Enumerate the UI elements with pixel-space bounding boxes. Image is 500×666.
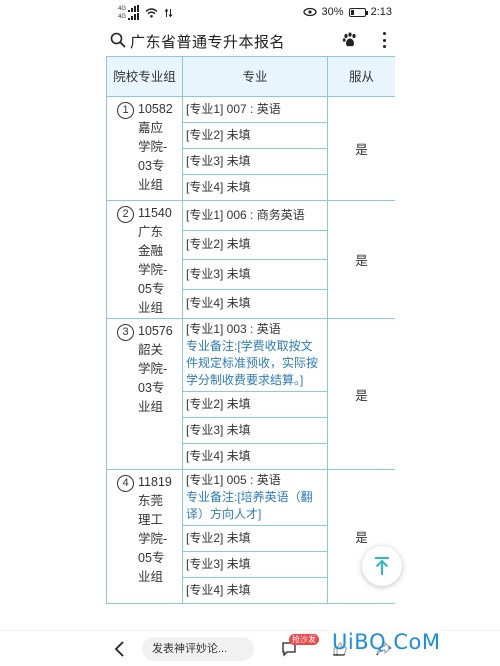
major-text: [专业1] 007 : 英语: [186, 102, 281, 116]
signal-tag-1: 4G: [118, 6, 127, 12]
application-table-container[interactable]: 院校专业组 专业 服从 1 10582嘉应学院-03专业组 [专业1] 007 : …: [106, 56, 395, 631]
search-icon[interactable]: [110, 32, 126, 48]
signal-bars-1-icon: [128, 5, 140, 12]
back-arrow-icon[interactable]: [113, 640, 127, 658]
major-cell: [专业2] 未填: [182, 122, 328, 149]
group-name: 11540广东金融学院-05专业组: [138, 206, 172, 315]
table-row: 4 11819东莞理工学院-05专业组 [专业1] 005 : 英语 专业备注:[培养…: [106, 469, 395, 604]
battery-fill: [350, 9, 355, 15]
major-cell: [专业3] 未填: [182, 551, 328, 578]
arrow-up-icon: [375, 557, 389, 575]
sofa-badge: 抢沙发: [289, 634, 319, 645]
group-name: 11819东莞理工学院-05专业组: [138, 475, 172, 584]
obey-cell: 是: [327, 200, 395, 319]
major-text: [专业1] 003 : 英语: [186, 322, 281, 336]
signal-bars-2-icon: [128, 13, 140, 20]
major-text: [专业3] 未填: [186, 557, 251, 571]
comment-input[interactable]: 发表神评妙论...: [142, 637, 254, 661]
major-cell: [专业1] 006 : 商务英语: [182, 200, 328, 231]
alarm-icon: [302, 7, 317, 17]
group-number-badge: 4: [117, 475, 134, 492]
table-header-row: 院校专业组 专业 服从: [106, 56, 395, 97]
obey-cell: 是: [327, 96, 395, 201]
table-body: 1 10582嘉应学院-03专业组 [专业1] 007 : 英语是 [专业2] 未填[…: [106, 96, 395, 604]
table-row: 3 10576韶关学院-03专业组 [专业1] 003 : 英语 专业备注:[学费收取…: [106, 318, 395, 470]
group-cell: 1 10582嘉应学院-03专业组: [106, 96, 183, 201]
group-name: 10582嘉应学院-03专业组: [138, 102, 173, 192]
watermark: UiBQ.CoM: [330, 630, 443, 654]
obey-cell: 是: [327, 318, 395, 470]
data-transfer-icon: [164, 8, 173, 17]
table-row: 1 10582嘉应学院-03专业组 [专业1] 007 : 英语是: [106, 96, 395, 201]
more-options-icon[interactable]: [380, 30, 388, 50]
major-text: [专业4] 未填: [186, 180, 251, 194]
major-cell: [专业2] 未填: [182, 391, 328, 418]
header-obey: 服从: [327, 56, 395, 97]
table-row: 2 11540广东金融学院-05专业组 [专业1] 006 : 商务英语是: [106, 200, 395, 319]
search-bar[interactable]: 广东省普通专升本报名: [0, 26, 500, 56]
major-cell: [专业4] 未填: [182, 443, 328, 470]
major-text: [专业2] 未填: [186, 531, 251, 545]
clock: 2:13: [370, 6, 392, 18]
group-number-badge: 3: [117, 324, 134, 341]
major-cell: [专业1] 007 : 英语: [182, 96, 328, 123]
major-cell: [专业3] 未填: [182, 417, 328, 444]
back-to-top-button[interactable]: [362, 546, 402, 586]
major-cell: [专业1] 003 : 英语专业备注:[学费收取按文件规定标准预收，实际按学分制…: [182, 318, 328, 392]
major-cell: [专业3] 未填: [182, 148, 328, 175]
status-bar: 4G 4G 30% 2:13: [0, 0, 500, 26]
major-text: [专业2] 未填: [186, 237, 251, 252]
signal-tag-2: 4G: [118, 14, 127, 20]
application-table: 院校专业组 专业 服从 1 10582嘉应学院-03专业组 [专业1] 007 : …: [106, 56, 395, 604]
major-cell: [专业1] 005 : 英语专业备注:[培养英语（翻译）方向人才]: [182, 469, 328, 526]
major-cell: [专业3] 未填: [182, 259, 328, 290]
group-number-badge: 2: [117, 206, 134, 223]
major-text: [专业3] 未填: [186, 154, 251, 168]
battery-icon: [348, 7, 368, 17]
signal-group: 4G 4G: [118, 5, 140, 20]
group-cell: 3 10576韶关学院-03专业组: [106, 318, 183, 470]
group-cell: 2 11540广东金融学院-05专业组: [106, 200, 183, 319]
group-cell: 4 11819东莞理工学院-05专业组: [106, 469, 183, 604]
group-number-badge: 1: [117, 102, 134, 119]
major-cell: [专业4] 未填: [182, 288, 328, 319]
major-cell: [专业4] 未填: [182, 577, 328, 604]
baidu-paw-icon[interactable]: [342, 32, 358, 48]
battery-percent: 30%: [321, 6, 344, 18]
major-cell: [专业2] 未填: [182, 525, 328, 552]
header-group: 院校专业组: [106, 56, 183, 97]
wifi-icon: [145, 7, 158, 18]
status-left: 4G 4G: [118, 5, 173, 20]
major-text: [专业4] 未填: [186, 449, 251, 463]
major-note: 专业备注:[学费收取按文件规定标准预收，实际按学分制收费要求结算。]: [186, 339, 319, 387]
major-text: [专业1] 006 : 商务英语: [186, 207, 305, 222]
major-text: [专业2] 未填: [186, 397, 251, 411]
major-text: [专业4] 未填: [186, 583, 251, 597]
major-text: [专业1] 005 : 英语: [186, 473, 281, 487]
major-cell: [专业4] 未填: [182, 174, 328, 201]
major-text: [专业4] 未填: [186, 296, 251, 311]
major-text: [专业3] 未填: [186, 266, 251, 281]
major-note: 专业备注:[培养英语（翻译）方向人才]: [186, 490, 313, 521]
major-text: [专业3] 未填: [186, 423, 251, 437]
search-query-text[interactable]: 广东省普通专升本报名: [130, 31, 285, 52]
major-cell: [专业2] 未填: [182, 229, 328, 260]
header-major: 专业: [182, 56, 328, 97]
status-right: 30% 2:13: [302, 6, 392, 18]
major-text: [专业2] 未填: [186, 128, 251, 142]
group-name: 10576韶关学院-03专业组: [138, 324, 173, 414]
